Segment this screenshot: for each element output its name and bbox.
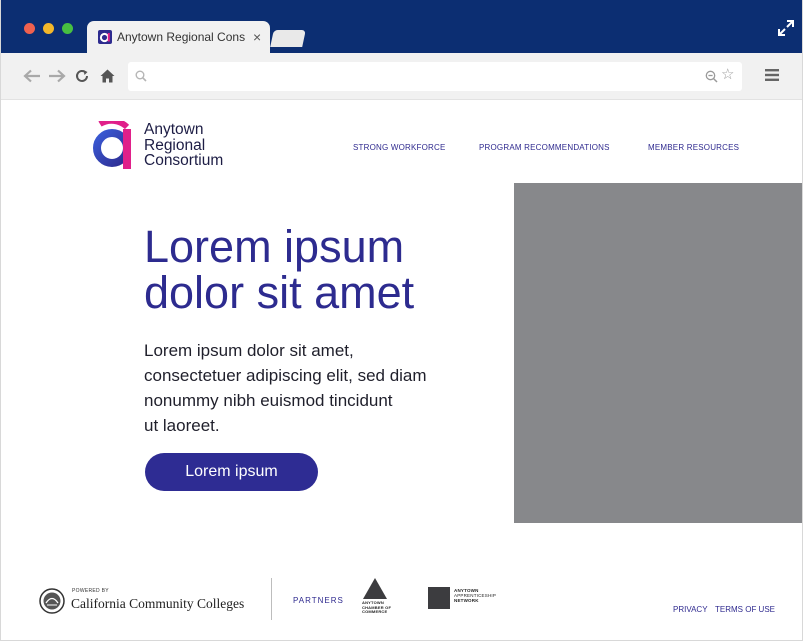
logo-line: Regional [144, 136, 206, 154]
home-button[interactable] [98, 65, 116, 87]
hero-body-line: consectetuer adipiscing elit, sed diam [144, 366, 427, 385]
back-button[interactable] [22, 65, 42, 87]
reload-button[interactable] [74, 65, 90, 87]
site-favicon-icon [98, 30, 112, 44]
browser-tab-active[interactable]: Anytown Regional Cons × [87, 21, 270, 53]
logo-line: Consortium [144, 152, 224, 169]
nav-program-recommendations[interactable]: PROGRAM RECOMMENDATIONS [479, 143, 610, 152]
chamber-line: COMMERCE [362, 609, 388, 614]
menu-icon[interactable] [765, 68, 779, 82]
hero-body-line: nonummy nibh euismod tincidunt [144, 391, 393, 410]
hero-body-line: ut laoreet. [144, 416, 220, 435]
apprenticeship-network-logo[interactable]: ANYTOWN APPRENTICESHIP NETWORK [428, 587, 508, 609]
zoom-icon[interactable] [705, 70, 718, 83]
powered-by-label: POWERED BY [72, 588, 109, 594]
address-bar[interactable]: ☆ [128, 62, 742, 91]
maximize-window-button[interactable] [62, 23, 73, 34]
chamber-of-commerce-logo[interactable]: ANYTOWN CHAMBER OF COMMERCE [362, 578, 398, 620]
hero-title-line: Lorem ipsum [144, 221, 405, 272]
apprentice-line: NETWORK [454, 598, 479, 603]
browser-window: Anytown Regional Cons × ☆ Anytown Region… [0, 0, 803, 641]
window-controls [24, 23, 73, 34]
site-logo[interactable]: Anytown Regional Consortium [93, 121, 253, 173]
nav-strong-workforce[interactable]: STRONG WORKFORCE [353, 143, 446, 152]
browser-toolbar: ☆ [1, 53, 802, 100]
hero-image-placeholder [514, 183, 802, 523]
ccc-seal-icon [39, 588, 65, 614]
terms-of-use-link[interactable]: TERMS OF USE [715, 605, 775, 614]
new-tab-button[interactable] [270, 30, 306, 47]
tab-close-icon[interactable]: × [253, 30, 261, 44]
partners-label: PARTNERS [293, 596, 344, 605]
forward-button[interactable] [47, 65, 67, 87]
reload-icon [76, 69, 88, 82]
expand-icon[interactable] [777, 19, 795, 37]
search-icon [135, 70, 147, 82]
hero-body-text: Lorem ipsum dolor sit amet, consectetuer… [144, 338, 484, 438]
home-icon [100, 69, 114, 83]
hero-title-line: dolor sit amet [144, 267, 415, 318]
hero-cta-button[interactable]: Lorem ipsum [145, 453, 318, 491]
close-window-button[interactable] [24, 23, 35, 34]
back-arrow-icon [23, 69, 40, 83]
ccc-logo[interactable]: POWERED BY California Community Colleges [39, 586, 259, 616]
star-icon[interactable]: ☆ [721, 67, 734, 82]
minimize-window-button[interactable] [43, 23, 54, 34]
square-logo-icon [428, 587, 450, 609]
triangle-logo-icon [363, 578, 387, 599]
ccc-name: California Community Colleges [71, 596, 245, 611]
chamber-wordmark: ANYTOWN CHAMBER OF COMMERCE [362, 600, 391, 615]
url-input[interactable] [154, 62, 694, 91]
browser-titlebar: Anytown Regional Cons × [1, 0, 802, 53]
nav-member-resources[interactable]: MEMBER RESOURCES [648, 143, 739, 152]
apprenticeship-wordmark: ANYTOWN APPRENTICESHIP NETWORK [454, 588, 496, 603]
tab-title: Anytown Regional Cons [117, 30, 246, 44]
footer-divider [271, 578, 272, 620]
web-page: Anytown Regional Consortium STRONG WORKF… [1, 100, 802, 640]
privacy-link[interactable]: PRIVACY [673, 605, 708, 614]
forward-arrow-icon [49, 69, 66, 83]
hero-title: Lorem ipsum dolor sit amet [144, 224, 504, 316]
consortium-logo-icon [93, 121, 131, 169]
hero-body-line: Lorem ipsum dolor sit amet, [144, 341, 354, 360]
logo-wordmark: Anytown Regional Consortium [144, 122, 264, 169]
logo-line: Anytown [144, 121, 204, 138]
